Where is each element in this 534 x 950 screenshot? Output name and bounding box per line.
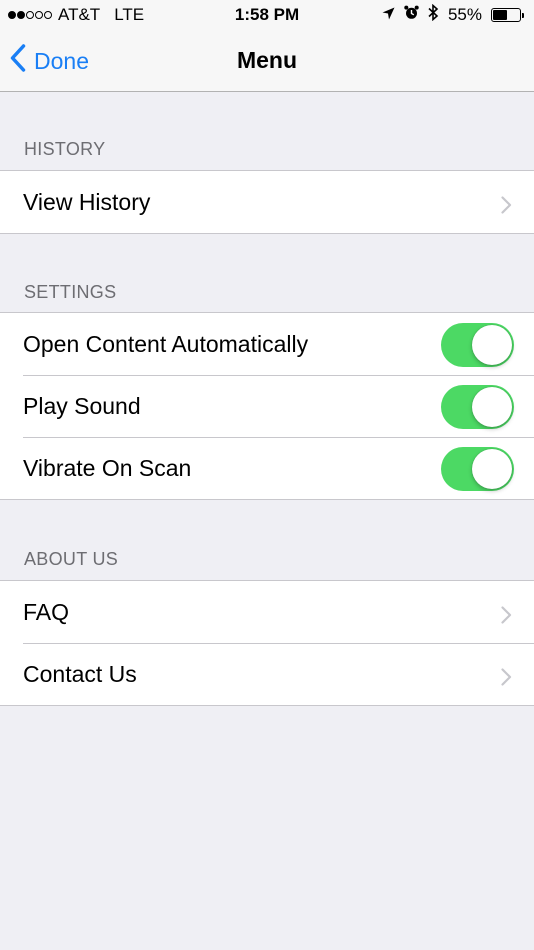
faq-row[interactable]: FAQ <box>0 581 534 643</box>
play-sound-toggle[interactable] <box>441 385 514 429</box>
battery-level-fill <box>493 10 508 20</box>
battery-percent: 55% <box>447 5 482 24</box>
battery-icon <box>491 8 524 22</box>
vibrate-on-scan-label: Vibrate On Scan <box>23 454 192 481</box>
vibrate-on-scan-toggle[interactable] <box>441 447 514 491</box>
toggle-knob <box>472 325 512 365</box>
faq-label: FAQ <box>23 598 70 625</box>
open-content-automatically-toggle[interactable] <box>441 323 514 367</box>
section-header-settings: SETTINGS <box>24 282 117 302</box>
contact-us-label: Contact Us <box>23 660 137 687</box>
section-header-history: HISTORY <box>24 139 106 159</box>
settings-group: Open Content Automatically Play Sound Vi… <box>0 312 534 500</box>
location-arrow-icon <box>382 5 395 25</box>
alarm-clock-icon <box>404 5 419 25</box>
page-title: Menu <box>236 47 298 73</box>
bluetooth-icon <box>428 3 439 26</box>
toggle-knob <box>472 387 512 427</box>
chevron-right-icon <box>501 665 512 692</box>
open-content-automatically-label: Open Content Automatically <box>23 330 309 357</box>
status-right: 55% <box>382 3 524 26</box>
section-header-about-us: ABOUT US <box>24 549 119 569</box>
play-sound-row: Play Sound <box>0 375 534 437</box>
history-group: View History <box>0 170 534 234</box>
navigation-bar: Done Menu <box>0 30 534 92</box>
view-history-row[interactable]: View History <box>0 171 534 233</box>
open-content-automatically-row: Open Content Automatically <box>0 313 534 375</box>
play-sound-label: Play Sound <box>23 392 141 419</box>
status-bar: AT&T LTE 1:58 PM 55% <box>0 0 534 30</box>
about-us-group: FAQ Contact Us <box>0 580 534 706</box>
contact-us-row[interactable]: Contact Us <box>0 643 534 705</box>
vibrate-on-scan-row: Vibrate On Scan <box>0 437 534 499</box>
view-history-label: View History <box>23 188 151 215</box>
toggle-knob <box>472 449 512 489</box>
chevron-right-icon <box>501 193 512 220</box>
menu-screen: AT&T LTE 1:58 PM 55% Done Menu HISTORY V… <box>0 0 534 950</box>
chevron-right-icon <box>501 603 512 630</box>
